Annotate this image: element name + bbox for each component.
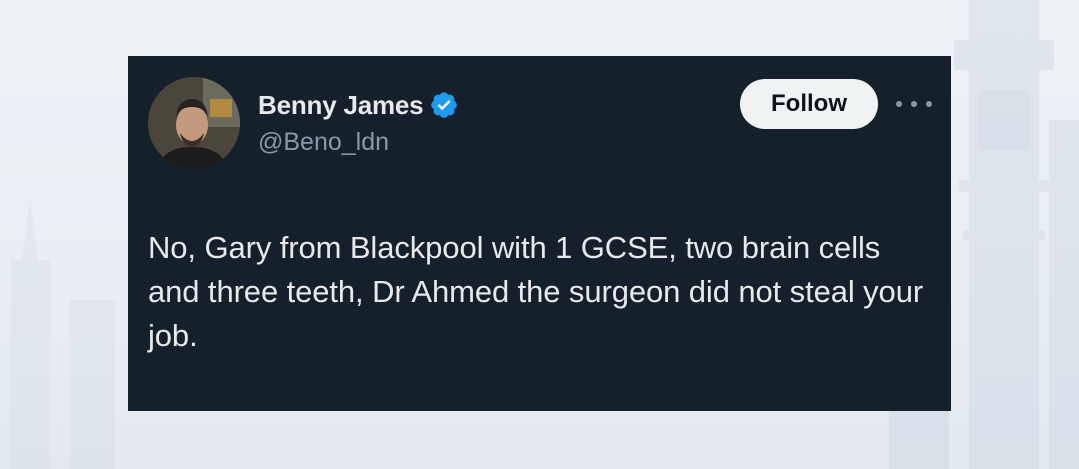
more-options-icon[interactable] — [896, 94, 932, 114]
tweet-card: Benny James @Beno_ldn Follow No, Gary fr… — [128, 56, 951, 411]
user-handle[interactable]: @Beno_ldn — [258, 128, 389, 157]
display-name[interactable]: Benny James — [258, 90, 424, 121]
dot — [926, 101, 932, 107]
follow-button[interactable]: Follow — [740, 79, 878, 129]
verified-badge-icon — [431, 92, 458, 118]
dot — [896, 101, 902, 107]
name-row: Benny James — [258, 88, 459, 122]
profile-photo — [148, 77, 240, 169]
background-building-image — [10, 200, 115, 469]
dot — [911, 101, 917, 107]
avatar[interactable] — [148, 77, 240, 169]
tweet-text: No, Gary from Blackpool with 1 GCSE, two… — [148, 230, 924, 353]
